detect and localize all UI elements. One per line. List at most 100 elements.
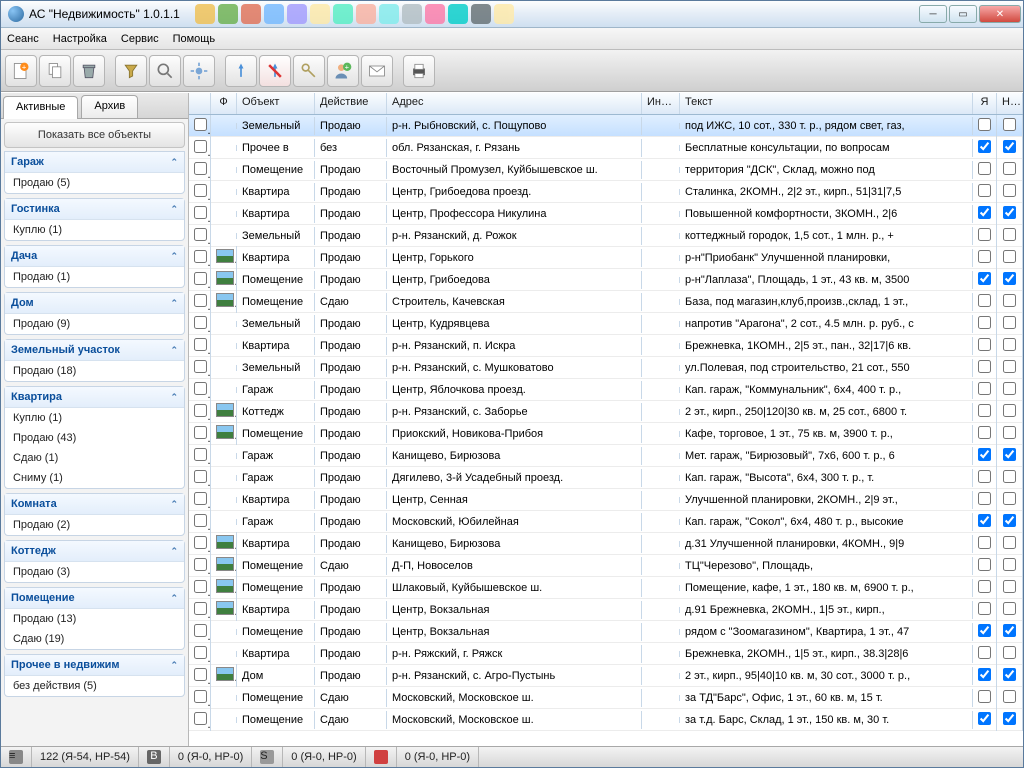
ya-checkbox[interactable]	[978, 492, 991, 505]
hp-checkbox[interactable]	[1003, 646, 1016, 659]
collapse-icon[interactable]: ⌃	[170, 204, 178, 215]
copy-icon[interactable]	[39, 55, 71, 87]
category-item[interactable]: Продаю (1)	[5, 267, 184, 287]
table-row[interactable]: ПомещениеСдаюД-П, НовоселовТЦ"Черезово",…	[189, 555, 1023, 577]
ya-checkbox[interactable]	[978, 382, 991, 395]
hp-checkbox[interactable]	[1003, 602, 1016, 615]
table-row[interactable]: ЗемельныйПродаюЦентр, Кудрявцеванапротив…	[189, 313, 1023, 335]
category-header[interactable]: Гостинка⌃	[5, 199, 184, 220]
row-checkbox[interactable]	[194, 294, 207, 307]
category-item[interactable]: Продаю (2)	[5, 515, 184, 535]
ya-checkbox[interactable]	[978, 470, 991, 483]
ya-checkbox[interactable]	[978, 118, 991, 131]
titlebar[interactable]: АС "Недвижимость" 1.0.1.1 ─ ▭ ✕	[1, 1, 1023, 28]
search-icon[interactable]	[149, 55, 181, 87]
hp-checkbox[interactable]	[1003, 272, 1016, 285]
row-checkbox[interactable]	[194, 624, 207, 637]
category-item[interactable]: Сниму (1)	[5, 468, 184, 488]
tab-active[interactable]: Активные	[3, 96, 78, 119]
table-row[interactable]: КвартираПродаюЦентр, Горькогор-н"Приобан…	[189, 247, 1023, 269]
col-text[interactable]: Текст	[680, 93, 973, 114]
user-add-icon[interactable]: +	[327, 55, 359, 87]
hp-checkbox[interactable]	[1003, 536, 1016, 549]
ya-checkbox[interactable]	[978, 316, 991, 329]
row-checkbox[interactable]	[194, 668, 207, 681]
category-header[interactable]: Земельный участок⌃	[5, 340, 184, 361]
ya-checkbox[interactable]	[978, 646, 991, 659]
ya-checkbox[interactable]	[978, 162, 991, 175]
hp-checkbox[interactable]	[1003, 118, 1016, 131]
category-header[interactable]: Прочее в недвижим⌃	[5, 655, 184, 676]
ya-checkbox[interactable]	[978, 514, 991, 527]
table-row[interactable]: ЗемельныйПродаюр-н. Рыбновский, с. Пощуп…	[189, 115, 1023, 137]
collapse-icon[interactable]: ⌃	[170, 251, 178, 262]
col-hp[interactable]: НР	[997, 93, 1023, 114]
ya-checkbox[interactable]	[978, 294, 991, 307]
collapse-icon[interactable]: ⌃	[170, 660, 178, 671]
minimize-button[interactable]: ─	[919, 5, 947, 23]
table-row[interactable]: КвартираПродаюр-н. Рязанский, п. ИскраБр…	[189, 335, 1023, 357]
ya-checkbox[interactable]	[978, 558, 991, 571]
hp-checkbox[interactable]	[1003, 250, 1016, 263]
hp-checkbox[interactable]	[1003, 382, 1016, 395]
menu-settings[interactable]: Настройка	[53, 33, 107, 45]
category-item[interactable]: Куплю (1)	[5, 220, 184, 240]
table-row[interactable]: ГаражПродаюЦентр, Яблочкова проезд.Кап. …	[189, 379, 1023, 401]
row-checkbox[interactable]	[194, 580, 207, 593]
ya-checkbox[interactable]	[978, 184, 991, 197]
hp-checkbox[interactable]	[1003, 316, 1016, 329]
category-item[interactable]: Сдаю (1)	[5, 448, 184, 468]
collapse-icon[interactable]: ⌃	[170, 298, 178, 309]
category-item[interactable]: Продаю (13)	[5, 609, 184, 629]
tab-archive[interactable]: Архив	[81, 95, 138, 118]
keys-icon[interactable]	[293, 55, 325, 87]
col-info[interactable]: Инфо	[642, 93, 680, 114]
table-row[interactable]: ЗемельныйПродаюр-н. Рязанский, с. Мушков…	[189, 357, 1023, 379]
row-checkbox[interactable]	[194, 228, 207, 241]
row-checkbox[interactable]	[194, 382, 207, 395]
ya-checkbox[interactable]	[978, 602, 991, 615]
table-row[interactable]: ГаражПродаюДягилево, 3-й Усадебный проез…	[189, 467, 1023, 489]
ya-checkbox[interactable]	[978, 668, 991, 681]
table-row[interactable]: КвартираПродаюЦентр, Грибоедова проезд.С…	[189, 181, 1023, 203]
hp-checkbox[interactable]	[1003, 558, 1016, 571]
filter-icon[interactable]	[115, 55, 147, 87]
ya-checkbox[interactable]	[978, 360, 991, 373]
row-checkbox[interactable]	[194, 492, 207, 505]
category-item[interactable]: Продаю (3)	[5, 562, 184, 582]
hp-checkbox[interactable]	[1003, 206, 1016, 219]
row-checkbox[interactable]	[194, 470, 207, 483]
hp-checkbox[interactable]	[1003, 294, 1016, 307]
hp-checkbox[interactable]	[1003, 470, 1016, 483]
category-header[interactable]: Комната⌃	[5, 494, 184, 515]
collapse-icon[interactable]: ⌃	[170, 499, 178, 510]
collapse-icon[interactable]: ⌃	[170, 593, 178, 604]
table-row[interactable]: ПомещениеПродаюЦентр, Вокзальнаярядом с …	[189, 621, 1023, 643]
hp-checkbox[interactable]	[1003, 404, 1016, 417]
row-checkbox[interactable]	[194, 316, 207, 329]
row-checkbox[interactable]	[194, 404, 207, 417]
ya-checkbox[interactable]	[978, 712, 991, 725]
hp-checkbox[interactable]	[1003, 712, 1016, 725]
table-row[interactable]: КвартираПродаюКанищево, Бирюзовад.31 Улу…	[189, 533, 1023, 555]
col-ya[interactable]: Я	[973, 93, 997, 114]
category-header[interactable]: Помещение⌃	[5, 588, 184, 609]
pin-icon[interactable]	[225, 55, 257, 87]
hp-checkbox[interactable]	[1003, 228, 1016, 241]
table-row[interactable]: КвартираПродаюЦентр, СеннаяУлучшенной пл…	[189, 489, 1023, 511]
new-icon[interactable]: +	[5, 55, 37, 87]
table-row[interactable]: КвартираПродаюЦентр, Профессора Никулина…	[189, 203, 1023, 225]
unpin-icon[interactable]	[259, 55, 291, 87]
row-checkbox[interactable]	[194, 184, 207, 197]
hp-checkbox[interactable]	[1003, 162, 1016, 175]
hp-checkbox[interactable]	[1003, 668, 1016, 681]
hp-checkbox[interactable]	[1003, 184, 1016, 197]
row-checkbox[interactable]	[194, 140, 207, 153]
collapse-icon[interactable]: ⌃	[170, 345, 178, 356]
category-header[interactable]: Гараж⌃	[5, 152, 184, 173]
maximize-button[interactable]: ▭	[949, 5, 977, 23]
category-item[interactable]: Продаю (18)	[5, 361, 184, 381]
hp-checkbox[interactable]	[1003, 140, 1016, 153]
table-row[interactable]: ЗемельныйПродаюр-н. Рязанский, д. Рожокк…	[189, 225, 1023, 247]
ya-checkbox[interactable]	[978, 206, 991, 219]
